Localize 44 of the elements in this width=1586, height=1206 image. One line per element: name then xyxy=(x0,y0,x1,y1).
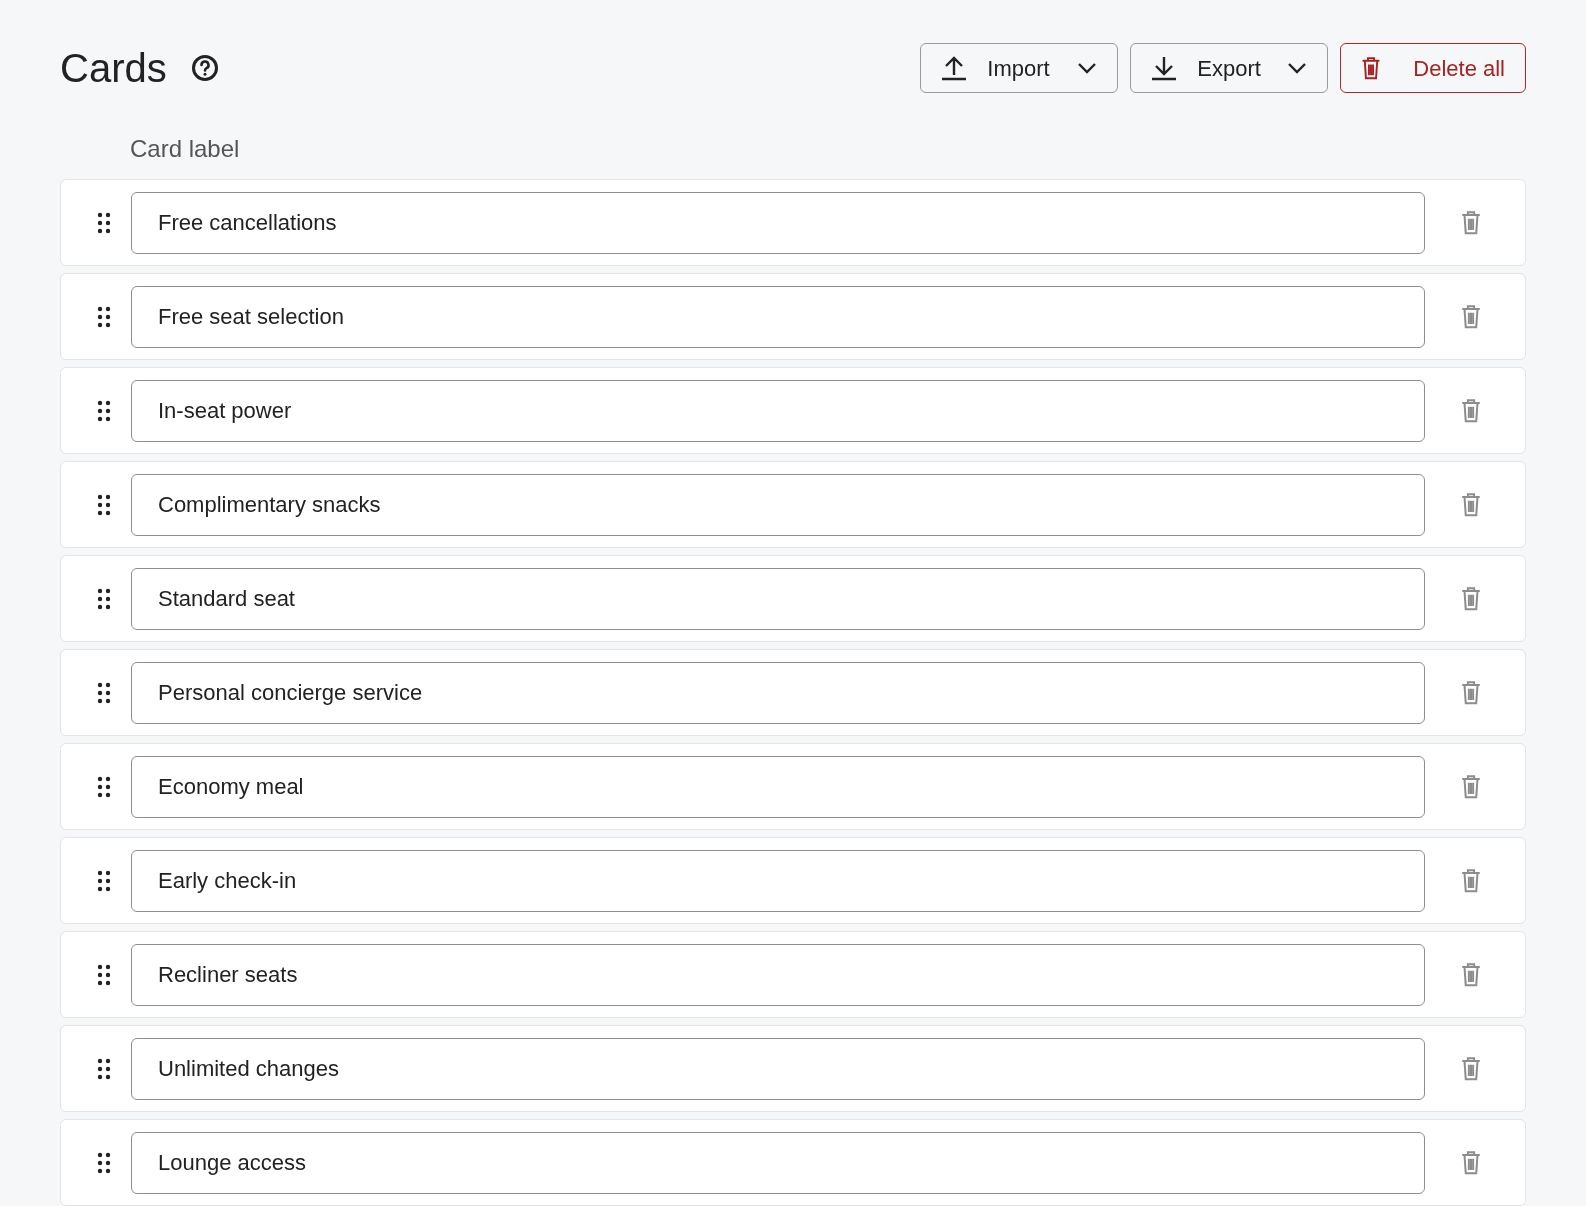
export-button[interactable]: Export xyxy=(1130,43,1329,93)
download-icon xyxy=(1151,55,1178,81)
drag-handle-icon[interactable] xyxy=(96,398,112,423)
trash-icon xyxy=(1461,962,1481,987)
card-label-field[interactable]: Recliner seats xyxy=(131,943,1425,1006)
drag-handle-icon[interactable] xyxy=(96,586,112,611)
card-label-field[interactable]: Early check-in xyxy=(131,849,1425,912)
delete-all-button[interactable]: Delete all xyxy=(1340,43,1526,93)
card-label-field[interactable]: Standard seat xyxy=(131,567,1425,630)
trash-icon xyxy=(1461,398,1481,423)
trash-icon xyxy=(1361,56,1382,80)
page-title: Cards xyxy=(60,48,167,88)
card-label-field[interactable]: Unlimited changes xyxy=(131,1037,1425,1100)
card-label-field[interactable]: In-seat power xyxy=(131,379,1425,442)
trash-icon xyxy=(1461,304,1481,329)
drag-handle-icon[interactable] xyxy=(96,210,112,235)
trash-icon xyxy=(1461,492,1481,517)
card-label-field[interactable]: Free seat selection xyxy=(131,285,1425,348)
drag-handle-icon[interactable] xyxy=(96,304,112,329)
chevron-down-icon xyxy=(1077,62,1098,74)
trash-icon xyxy=(1461,586,1481,611)
card-label-field[interactable]: Free cancellations xyxy=(131,191,1425,254)
card-label-field[interactable]: Economy meal xyxy=(131,755,1425,818)
drag-handle-icon[interactable] xyxy=(96,1056,112,1081)
trash-icon xyxy=(1461,680,1481,705)
trash-icon xyxy=(1461,210,1481,235)
help-icon[interactable] xyxy=(190,54,219,82)
upload-icon xyxy=(941,55,968,81)
drag-handle-icon[interactable] xyxy=(96,774,112,799)
column-label: Card label xyxy=(130,134,240,164)
drag-handle-icon[interactable] xyxy=(96,868,112,893)
drag-handle-icon[interactable] xyxy=(96,962,112,987)
trash-icon xyxy=(1461,1150,1481,1175)
trash-icon xyxy=(1461,868,1481,893)
card-label-field[interactable]: Personal concierge service xyxy=(131,661,1425,724)
import-button[interactable]: Import xyxy=(920,43,1119,93)
card-label-field[interactable]: Lounge access xyxy=(131,1131,1425,1194)
drag-handle-icon[interactable] xyxy=(96,680,112,705)
drag-handle-icon[interactable] xyxy=(96,492,112,517)
card-label-field[interactable]: Complimentary snacks xyxy=(131,473,1425,536)
trash-icon xyxy=(1461,1056,1481,1081)
drag-handle-icon[interactable] xyxy=(96,1150,112,1175)
trash-icon xyxy=(1461,774,1481,799)
chevron-down-icon xyxy=(1287,62,1308,74)
